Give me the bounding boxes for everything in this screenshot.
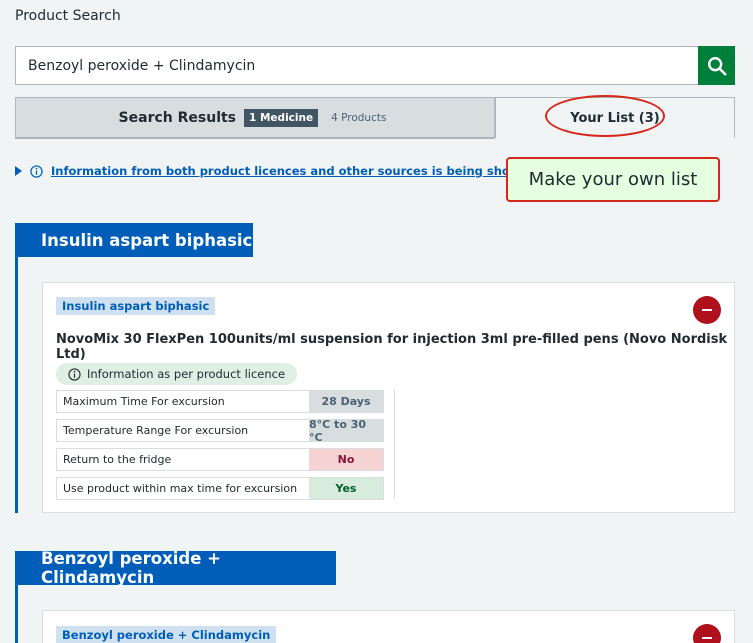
info-icon <box>68 367 81 381</box>
table-divider <box>394 390 395 498</box>
products-count-badge: 4 Products <box>331 111 387 124</box>
licence-info-text: Information as per product licence <box>87 367 286 381</box>
product-card-tag: Benzoyl peroxide + Clindamycin <box>56 626 277 643</box>
search-input-value: Benzoyl peroxide + Clindamycin <box>28 57 256 74</box>
minus-icon <box>702 309 712 311</box>
triangle-right-icon <box>15 166 22 176</box>
row-label: Return to the fridge <box>57 449 309 470</box>
row-label: Use product within max time for excursio… <box>57 478 309 499</box>
product-name: NovoMix 30 FlexPen 100units/ml suspensio… <box>56 332 728 362</box>
search-icon <box>707 56 727 76</box>
info-sources-link[interactable]: Information from both product licences a… <box>51 164 529 178</box>
minus-icon <box>702 637 712 639</box>
page-title: Product Search <box>15 8 121 24</box>
table-row: Maximum Time For excursion 28 Days <box>56 390 384 413</box>
row-value: No <box>309 449 383 470</box>
tab-divider <box>15 138 495 139</box>
section-accent-bar <box>15 223 18 513</box>
search-button[interactable] <box>698 46 735 85</box>
section-heading: Benzoyl peroxide + Clindamycin <box>15 549 336 587</box>
licence-info-pill: Information as per product licence <box>56 363 298 385</box>
search-input[interactable]: Benzoyl peroxide + Clindamycin <box>15 46 698 85</box>
table-row: Temperature Range For excursion 8°C to 3… <box>56 418 384 444</box>
row-value: 8°C to 30 °C <box>309 418 383 444</box>
product-card-tag: Insulin aspart biphasic <box>56 297 216 315</box>
annotation-callout: Make your own list <box>506 157 720 202</box>
table-row: Return to the fridge No <box>56 448 384 471</box>
medicine-count-badge: 1 Medicine <box>244 108 319 127</box>
info-icon <box>30 164 43 178</box>
section-heading: Insulin aspart biphasic <box>15 223 253 257</box>
row-label: Temperature Range For excursion <box>57 420 309 441</box>
row-value: 28 Days <box>309 391 383 412</box>
row-value: Yes <box>309 478 383 499</box>
info-disclosure[interactable]: Information from both product licences a… <box>15 164 529 178</box>
annotation-ellipse <box>545 95 665 137</box>
tab-search-results[interactable]: Search Results 1 Medicine 4 Products <box>15 97 495 138</box>
tab-search-results-label: Search Results <box>118 109 237 126</box>
remove-from-list-button[interactable] <box>693 296 721 324</box>
row-label: Maximum Time For excursion <box>57 391 309 412</box>
table-row: Use product within max time for excursio… <box>56 477 384 500</box>
